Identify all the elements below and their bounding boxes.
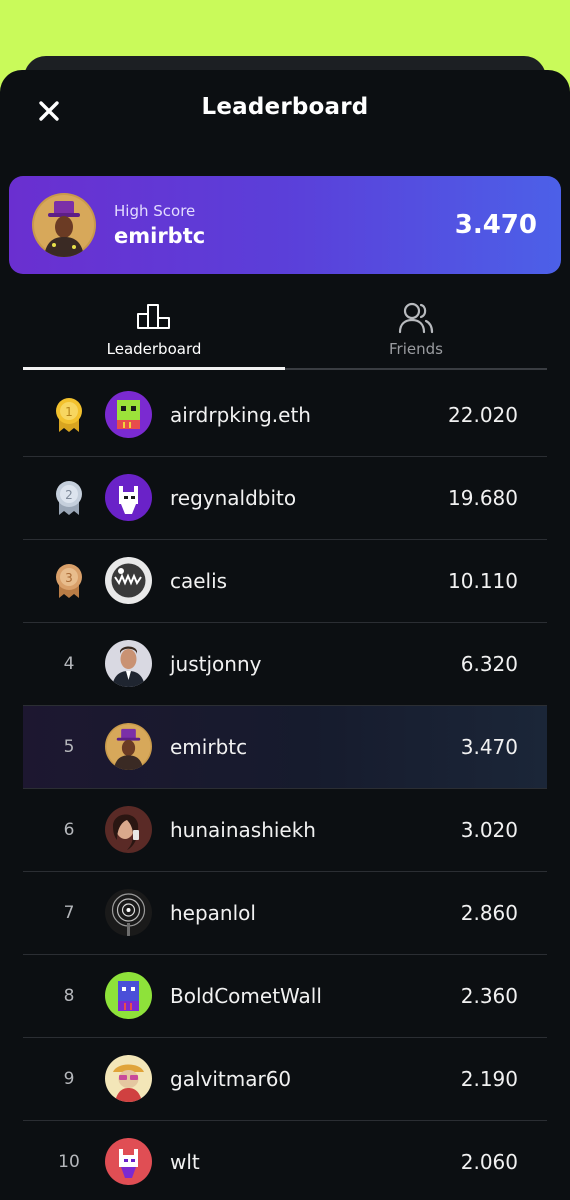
avatar (105, 1055, 152, 1102)
username: BoldCometWall (170, 984, 322, 1008)
username: hunainashiekh (170, 818, 316, 842)
leaderboard-list: 1 airdrpking.eth 22.020 2 regynaldbito 1… (23, 374, 547, 1200)
current-user-row[interactable]: 5 emirbtc 3.470 (23, 706, 547, 789)
username: airdrpking.eth (170, 403, 311, 427)
tab-leaderboard[interactable]: Leaderboard (23, 296, 285, 370)
tab-friends-label: Friends (389, 340, 443, 358)
svg-text:3: 3 (65, 571, 73, 585)
avatar (32, 193, 96, 257)
high-score-label: High Score (114, 202, 196, 220)
avatar (105, 972, 152, 1019)
rank-badge: 2 (47, 457, 91, 539)
tab-friends[interactable]: Friends (285, 296, 547, 370)
tab-leaderboard-label: Leaderboard (106, 340, 202, 358)
rank-number: 7 (63, 903, 75, 923)
leaderboard-row[interactable]: 3 caelis 10.110 (23, 540, 547, 623)
silver-medal-icon: 2 (54, 480, 84, 516)
score: 6.320 (460, 652, 518, 676)
bronze-medal-icon: 3 (54, 563, 84, 599)
leaderboard-row[interactable]: 1 airdrpking.eth 22.020 (23, 374, 547, 457)
leaderboard-row[interactable]: 6 hunainashiekh 3.020 (23, 789, 547, 872)
friends-icon (398, 302, 434, 334)
avatar (105, 557, 152, 604)
score: 2.060 (460, 1150, 518, 1174)
avatar (105, 474, 152, 521)
leaderboard-row[interactable]: 10 wlt 2.060 (23, 1121, 547, 1200)
svg-text:2: 2 (65, 488, 73, 502)
avatar (105, 889, 152, 936)
active-tab-indicator (23, 367, 285, 370)
header: Leaderboard (0, 70, 570, 154)
rank-number: 9 (63, 1069, 75, 1089)
username: emirbtc (170, 735, 248, 759)
rank-badge: 3 (47, 540, 91, 622)
score: 3.470 (460, 735, 518, 759)
high-score-value: 3.470 (454, 210, 537, 240)
username: galvitmar60 (170, 1067, 292, 1091)
username: wlt (170, 1150, 200, 1174)
avatar (105, 806, 152, 853)
svg-text:1: 1 (65, 405, 73, 419)
leaderboard-row[interactable]: 2 regynaldbito 19.680 (23, 457, 547, 540)
leaderboard-row[interactable]: 4 justjonny 6.320 (23, 623, 547, 706)
score: 19.680 (448, 486, 518, 510)
rank-number: 5 (63, 737, 75, 757)
username: caelis (170, 569, 228, 593)
score: 10.110 (448, 569, 518, 593)
avatar (105, 723, 152, 770)
rank-badge: 1 (47, 374, 91, 456)
rank-number: 8 (63, 986, 75, 1006)
avatar (105, 640, 152, 687)
username: regynaldbito (170, 486, 297, 510)
avatar (105, 391, 152, 438)
score: 2.860 (460, 901, 518, 925)
leaderboard-row[interactable]: 7 hepanlol 2.860 (23, 872, 547, 955)
podium-icon (136, 302, 172, 332)
rank-number: 4 (63, 654, 75, 674)
page-title: Leaderboard (201, 94, 369, 120)
avatar (105, 1138, 152, 1185)
high-score-username: emirbtc (114, 224, 206, 248)
leaderboard-sheet: Leaderboard High Score emirbtc 3.470 Lea… (0, 70, 570, 1200)
score: 2.360 (460, 984, 518, 1008)
username: justjonny (170, 652, 262, 676)
rank-number: 10 (58, 1152, 80, 1172)
gold-medal-icon: 1 (54, 397, 84, 433)
rank-number: 6 (63, 820, 75, 840)
score: 3.020 (460, 818, 518, 842)
leaderboard-row[interactable]: 9 galvitmar60 2.190 (23, 1038, 547, 1121)
username: hepanlol (170, 901, 256, 925)
leaderboard-row[interactable]: 8 BoldCometWall 2.360 (23, 955, 547, 1038)
tab-bar: Leaderboard Friends (23, 296, 547, 372)
score: 22.020 (448, 403, 518, 427)
score: 2.190 (460, 1067, 518, 1091)
high-score-card: High Score emirbtc 3.470 (9, 176, 561, 274)
